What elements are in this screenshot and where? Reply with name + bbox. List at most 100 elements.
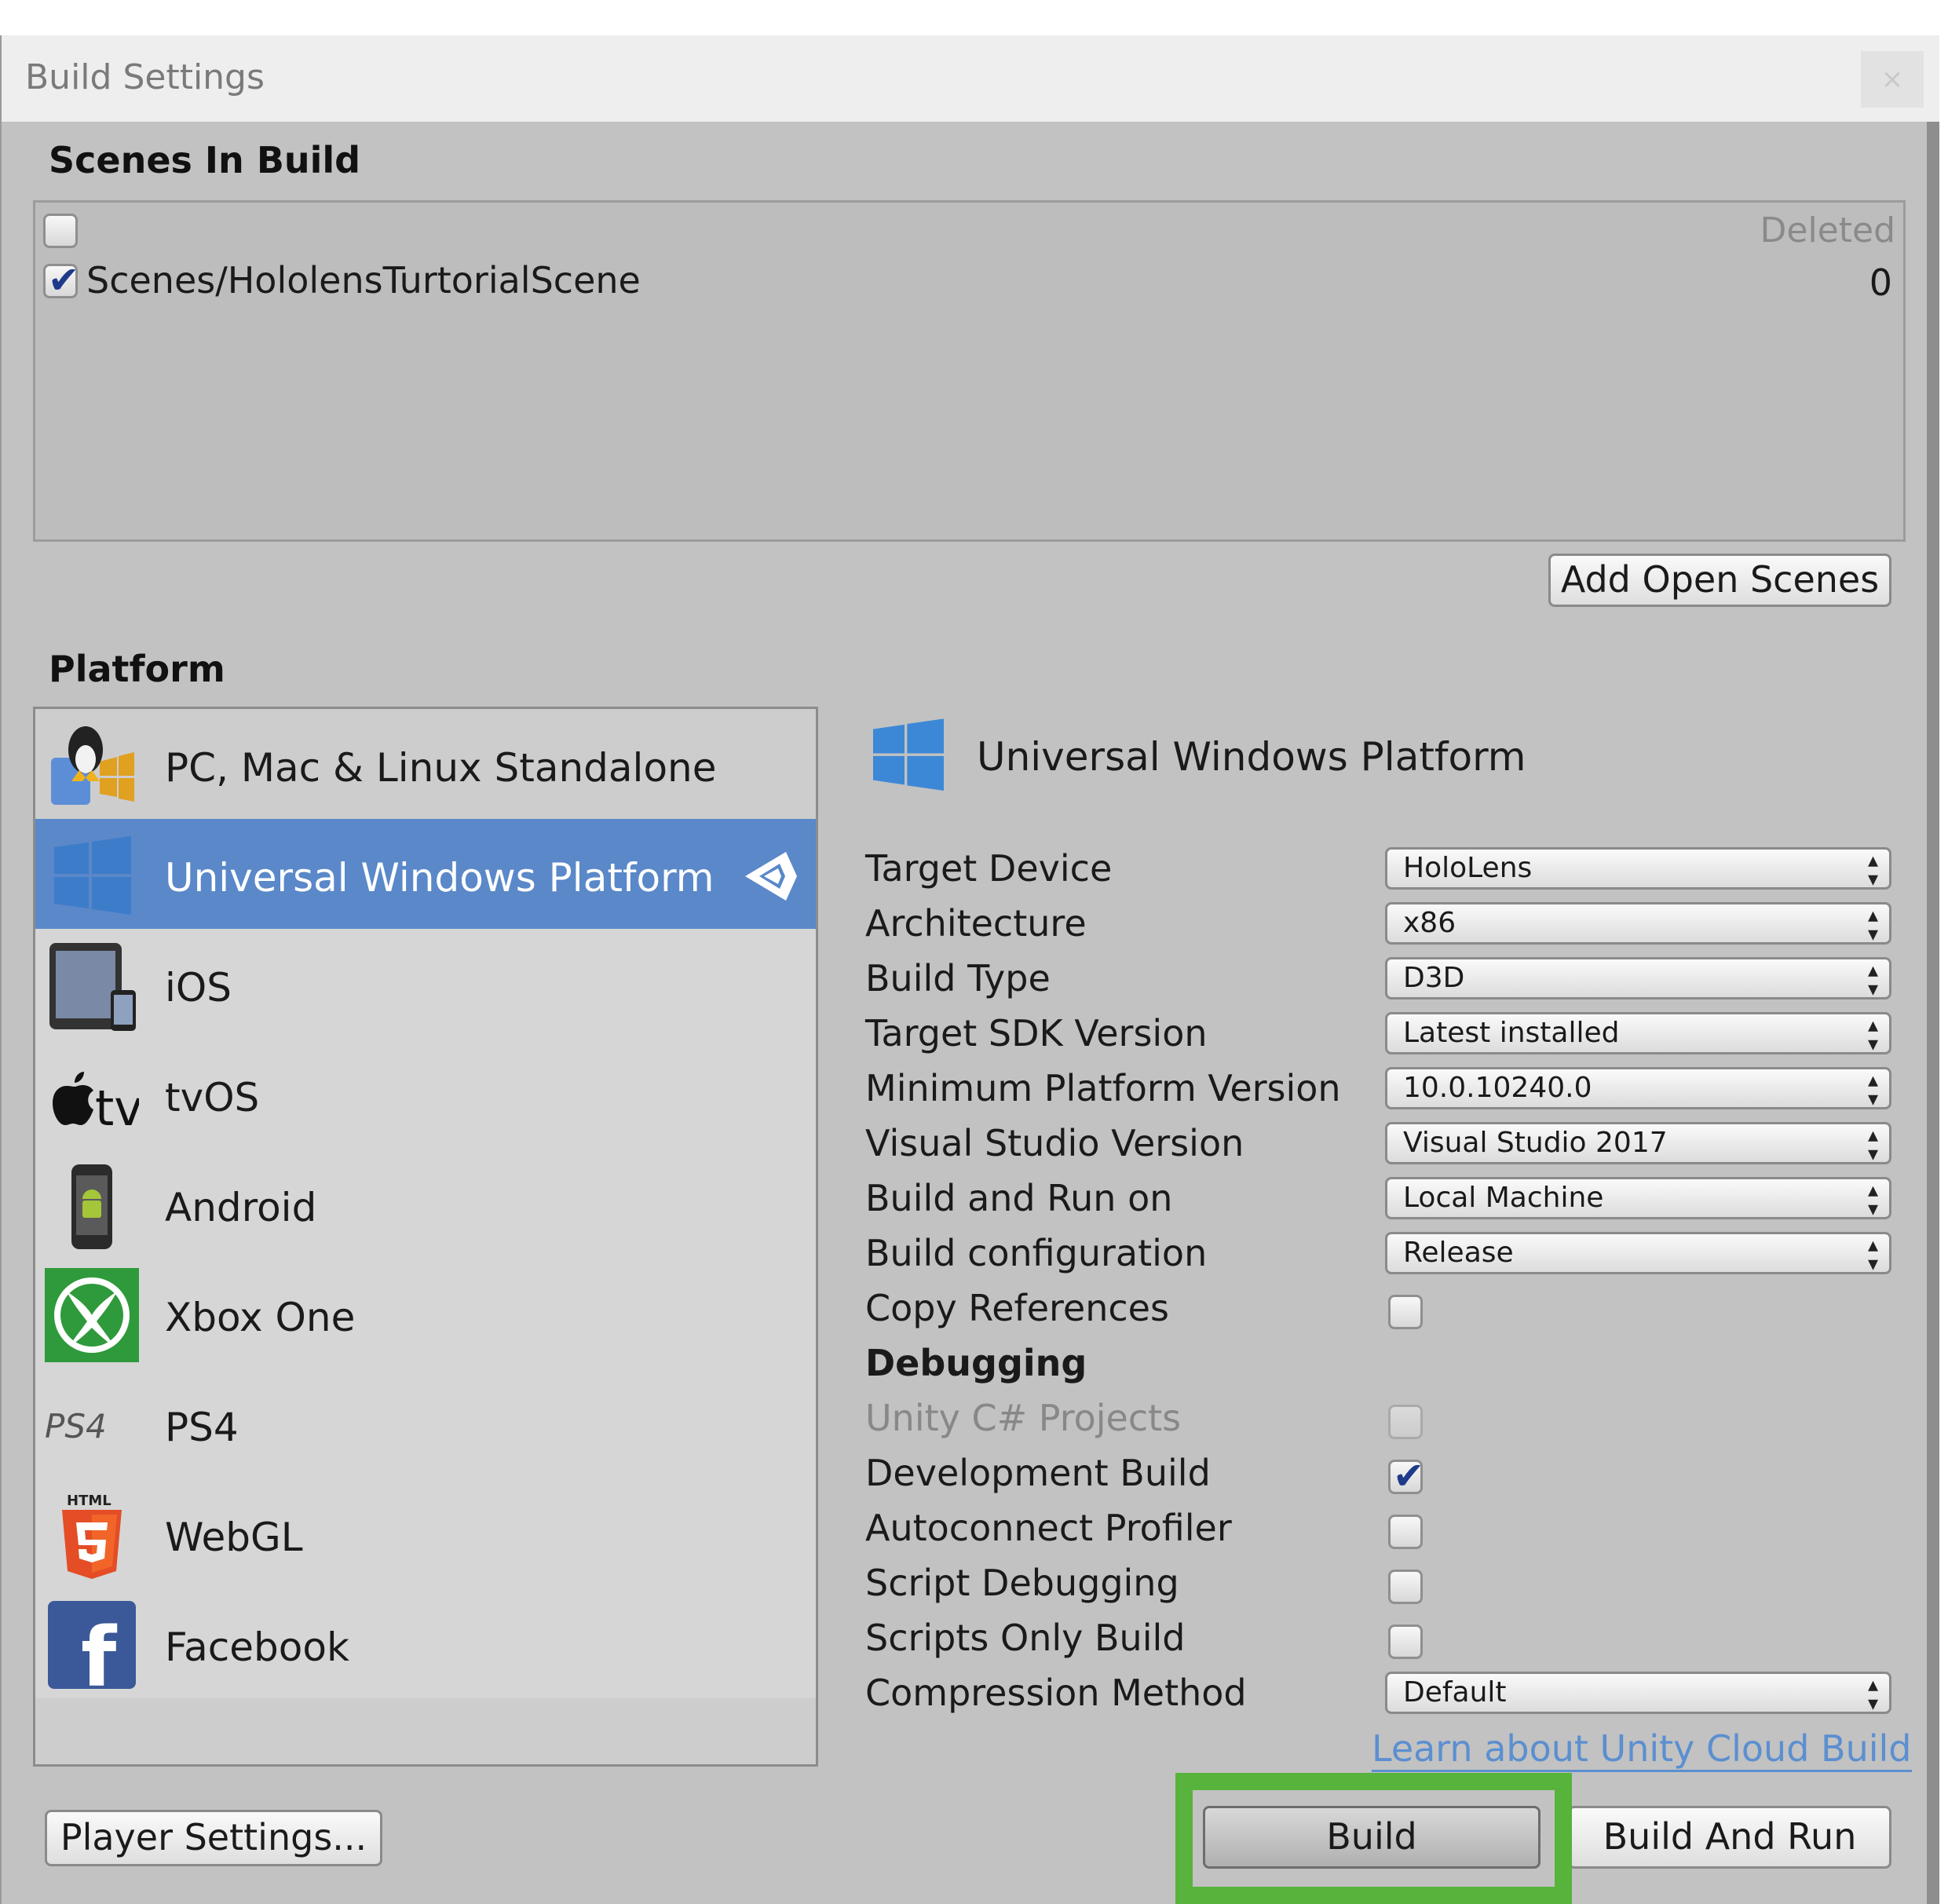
- script-debugging-label: Script Debugging: [865, 1562, 1179, 1604]
- dropdown-arrows-icon: ▴ ▾: [1867, 904, 1878, 946]
- vs-version-dropdown[interactable]: Visual Studio 2017 ▴ ▾: [1385, 1122, 1891, 1164]
- target-device-label: Target Device: [865, 847, 1113, 890]
- platform-item-android[interactable]: Android: [35, 1149, 816, 1259]
- platform-label: iOS: [165, 965, 232, 1010]
- facebook-icon: f: [48, 1601, 136, 1692]
- platform-item-tvos[interactable]: tv tvOS: [35, 1039, 816, 1149]
- build-type-label: Build Type: [865, 957, 1051, 1000]
- copy-references-checkbox[interactable]: [1388, 1295, 1423, 1329]
- selected-platform-title: Universal Windows Platform: [977, 734, 1526, 780]
- architecture-dropdown[interactable]: x86 ▴ ▾: [1385, 902, 1891, 945]
- platform-item-ios[interactable]: iOS: [35, 929, 816, 1039]
- dropdown-arrows-icon: ▴ ▾: [1867, 1069, 1878, 1111]
- window-title: Build Settings: [25, 57, 265, 97]
- unity-csharp-label: Unity C# Projects: [865, 1397, 1182, 1439]
- facebook-icon-text: f: [81, 1610, 118, 1692]
- platform-heading: Platform: [49, 648, 225, 690]
- ps4-icon-text: PS4: [45, 1407, 107, 1445]
- compression-dropdown[interactable]: Default ▴ ▾: [1385, 1672, 1891, 1714]
- platform-list: PC, Mac & Linux Standalone Universal Win…: [33, 707, 818, 1767]
- add-open-scenes-button[interactable]: Add Open Scenes: [1548, 554, 1891, 607]
- architecture-label: Architecture: [865, 902, 1087, 945]
- build-run-on-label: Build and Run on: [865, 1177, 1173, 1219]
- dropdown-value: Release: [1403, 1237, 1514, 1269]
- platform-label: Universal Windows Platform: [165, 855, 715, 901]
- autoconnect-profiler-label: Autoconnect Profiler: [865, 1507, 1232, 1549]
- platform-label: Xbox One: [165, 1295, 356, 1340]
- platform-label: PC, Mac & Linux Standalone: [165, 745, 717, 791]
- scene-path: Scenes/HololensTurtorialScene: [86, 259, 641, 301]
- target-device-dropdown[interactable]: HoloLens ▴ ▾: [1385, 847, 1891, 890]
- platform-label: WebGL: [165, 1515, 303, 1560]
- dropdown-value: Latest installed: [1403, 1017, 1620, 1049]
- build-config-dropdown[interactable]: Release ▴ ▾: [1385, 1232, 1891, 1274]
- close-icon[interactable]: ×: [1861, 51, 1924, 108]
- ios-icon: [49, 943, 136, 1031]
- select-all-scenes-checkbox[interactable]: [43, 214, 78, 248]
- unity-active-icon: [745, 852, 797, 901]
- scenes-heading: Scenes In Build: [49, 139, 361, 181]
- scenes-list[interactable]: Deleted Scenes/HololensTurtorialScene 0: [33, 200, 1906, 542]
- target-sdk-dropdown[interactable]: Latest installed ▴ ▾: [1385, 1012, 1891, 1054]
- deleted-label: Deleted: [1760, 210, 1896, 250]
- platform-item-ps4[interactable]: PS4 PS4: [35, 1369, 816, 1478]
- platform-item-xbox[interactable]: Xbox One: [35, 1259, 816, 1369]
- dropdown-value: Visual Studio 2017: [1403, 1127, 1668, 1159]
- platform-item-standalone[interactable]: PC, Mac & Linux Standalone: [35, 709, 816, 819]
- xbox-icon: [45, 1268, 139, 1362]
- development-build-checkbox[interactable]: [1388, 1454, 1424, 1498]
- platform-item-webgl[interactable]: HTML WebGL: [35, 1478, 816, 1588]
- dropdown-arrows-icon: ▴ ▾: [1867, 1673, 1878, 1716]
- build-config-label: Build configuration: [865, 1232, 1208, 1274]
- dropdown-arrows-icon: ▴ ▾: [1867, 1014, 1878, 1056]
- dropdown-arrows-icon: ▴ ▾: [1867, 1124, 1878, 1166]
- min-platform-label: Minimum Platform Version: [865, 1067, 1341, 1109]
- dropdown-arrows-icon: ▴ ▾: [1867, 1179, 1878, 1221]
- tvos-icon: tv: [53, 1072, 139, 1137]
- script-debugging-checkbox[interactable]: [1388, 1570, 1423, 1604]
- player-settings-button[interactable]: Player Settings...: [45, 1810, 382, 1866]
- build-settings-window: Build Settings × Scenes In Build Deleted…: [0, 35, 1939, 1904]
- unity-cloud-build-link[interactable]: Learn about Unity Cloud Build: [1372, 1727, 1912, 1772]
- vs-version-label: Visual Studio Version: [865, 1122, 1244, 1164]
- platform-label: PS4: [165, 1405, 239, 1450]
- platform-label: Android: [165, 1185, 317, 1230]
- html5-icon-text: HTML: [67, 1493, 111, 1509]
- title-bar: Build Settings ×: [2, 35, 1939, 122]
- development-build-label: Development Build: [865, 1452, 1211, 1494]
- platform-item-facebook[interactable]: f Facebook: [35, 1588, 816, 1698]
- windows-icon: [873, 718, 944, 791]
- tvos-icon-text: tv: [95, 1080, 139, 1137]
- windows-icon: [54, 836, 131, 915]
- standalone-icon: [51, 726, 134, 805]
- platform-label: Facebook: [165, 1624, 349, 1670]
- build-button-highlight: [1175, 1773, 1572, 1904]
- html5-icon: HTML: [62, 1493, 122, 1579]
- dropdown-arrows-icon: ▴ ▾: [1867, 1233, 1878, 1276]
- dropdown-arrows-icon: ▴ ▾: [1867, 959, 1878, 1001]
- copy-references-label: Copy References: [865, 1287, 1169, 1329]
- dropdown-value: HoloLens: [1403, 852, 1533, 884]
- scene-checkbox[interactable]: [43, 258, 79, 302]
- window-edge: [1927, 122, 1939, 1904]
- scripts-only-build-checkbox[interactable]: [1388, 1624, 1423, 1659]
- autoconnect-profiler-checkbox[interactable]: [1388, 1515, 1423, 1549]
- dropdown-value: Default: [1403, 1676, 1507, 1708]
- scene-index: 0: [1869, 261, 1892, 304]
- android-icon: [71, 1164, 112, 1249]
- build-run-on-dropdown[interactable]: Local Machine ▴ ▾: [1385, 1177, 1891, 1219]
- dropdown-value: x86: [1403, 907, 1456, 939]
- build-type-dropdown[interactable]: D3D ▴ ▾: [1385, 957, 1891, 1000]
- unity-csharp-checkbox: [1388, 1405, 1423, 1439]
- platform-item-uwp[interactable]: Universal Windows Platform: [35, 819, 816, 929]
- platform-label: tvOS: [165, 1075, 260, 1120]
- dropdown-value: 10.0.10240.0: [1403, 1072, 1592, 1104]
- ps4-icon: PS4: [45, 1407, 107, 1445]
- target-sdk-label: Target SDK Version: [865, 1012, 1208, 1054]
- dropdown-value: Local Machine: [1403, 1182, 1604, 1214]
- dropdown-value: D3D: [1403, 962, 1465, 994]
- build-and-run-button[interactable]: Build And Run: [1568, 1806, 1891, 1869]
- min-platform-dropdown[interactable]: 10.0.10240.0 ▴ ▾: [1385, 1067, 1891, 1109]
- scripts-only-build-label: Scripts Only Build: [865, 1617, 1186, 1659]
- dropdown-arrows-icon: ▴ ▾: [1867, 849, 1878, 891]
